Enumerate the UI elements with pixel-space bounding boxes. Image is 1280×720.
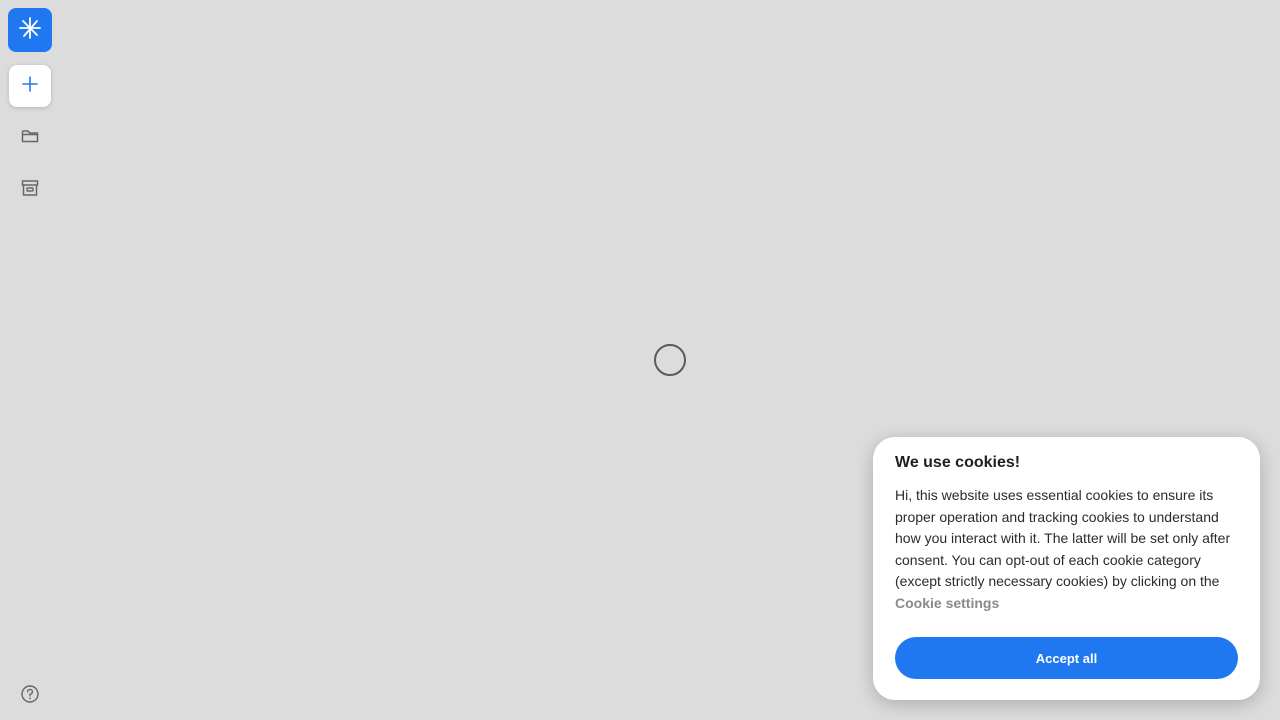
help-button[interactable] [18, 684, 42, 708]
cookie-description: Hi, this website uses essential cookies … [895, 485, 1238, 615]
plus-icon [21, 75, 39, 98]
folders-button[interactable] [18, 126, 42, 150]
folder-icon [20, 126, 40, 151]
cookie-settings-link[interactable]: Cookie settings [895, 595, 999, 611]
cookie-title: We use cookies! [895, 454, 1021, 471]
help-icon [20, 684, 40, 709]
archive-icon [20, 178, 40, 203]
sparkle-icon [18, 16, 42, 45]
cookie-description-text: Hi, this website uses essential cookies … [895, 487, 1231, 590]
accept-all-button[interactable]: Accept all [895, 637, 1238, 679]
loading-spinner-icon [654, 344, 686, 376]
logo-button[interactable] [8, 8, 52, 52]
sidebar [0, 0, 60, 720]
archive-button[interactable] [18, 178, 42, 202]
cookie-banner: We use cookies! Hi, this website uses es… [873, 437, 1260, 700]
new-chat-button[interactable] [9, 65, 51, 107]
